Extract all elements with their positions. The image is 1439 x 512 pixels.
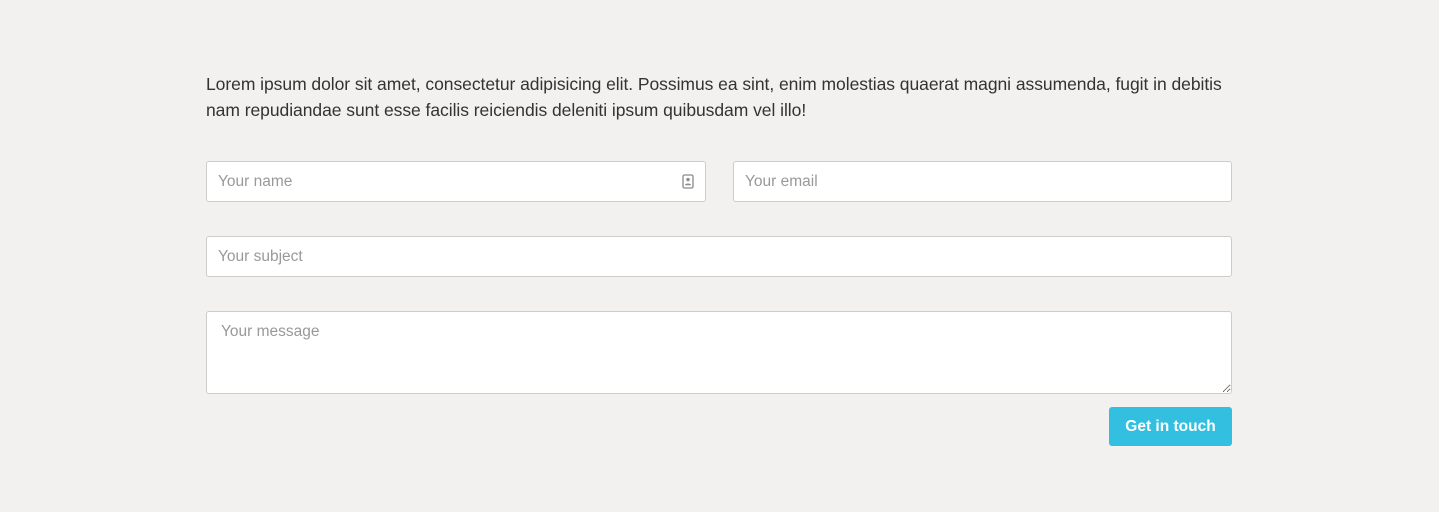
subject-input[interactable] <box>206 236 1232 277</box>
intro-text: Lorem ipsum dolor sit amet, consectetur … <box>206 74 1222 120</box>
name-input[interactable] <box>206 161 706 202</box>
get-in-touch-button[interactable]: Get in touch <box>1109 407 1232 446</box>
contact-card-icon <box>682 174 694 189</box>
contact-section: Lorem ipsum dolor sit amet, consectetur … <box>206 71 1232 123</box>
message-textarea[interactable] <box>206 311 1232 394</box>
email-input[interactable] <box>733 161 1232 202</box>
